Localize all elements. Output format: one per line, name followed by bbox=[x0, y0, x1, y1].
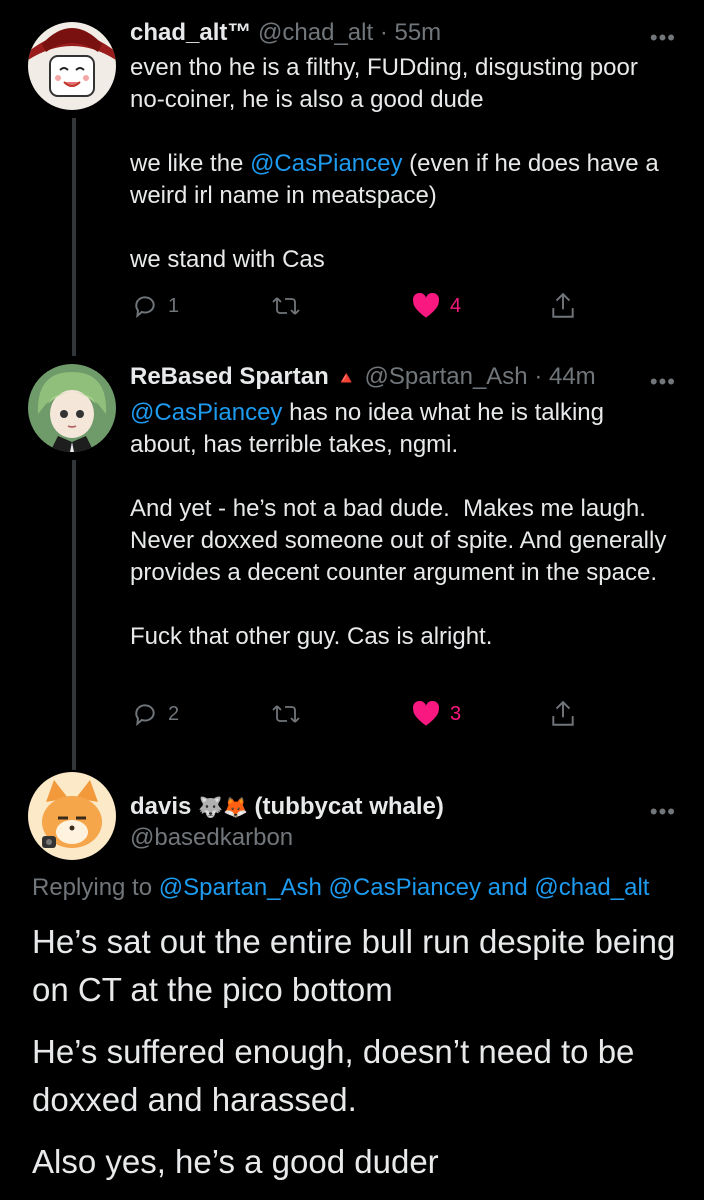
name-badge: 🔺 bbox=[335, 368, 358, 388]
like-button[interactable]: 3 bbox=[412, 701, 461, 727]
heart-icon bbox=[412, 701, 440, 726]
tweet-text: @CasPiancey has no idea what he is talki… bbox=[130, 397, 676, 653]
more-icon[interactable]: ••• bbox=[650, 27, 676, 49]
replying-to-line: Replying to @Spartan_Ash @CasPiancey and… bbox=[32, 874, 684, 902]
reply-count: 1 bbox=[168, 294, 180, 317]
share-icon bbox=[552, 700, 574, 726]
mention-link[interactable]: @Spartan_Ash bbox=[159, 874, 322, 901]
tweet-header: chad_alt™ @chad_alt · 55m bbox=[130, 18, 676, 48]
retweet-button[interactable] bbox=[272, 701, 300, 727]
retweet-icon bbox=[272, 705, 300, 723]
tweet-header: ReBased Spartan 🔺 @Spartan_Ash · 44m bbox=[130, 362, 676, 393]
like-button[interactable]: 4 bbox=[412, 293, 461, 319]
main-tweet-paragraph: He’s sat out the entire bull run despite… bbox=[32, 923, 676, 1008]
reply-button[interactable]: 2 bbox=[132, 701, 179, 727]
thread-connector-line bbox=[72, 460, 76, 770]
like-count: 3 bbox=[450, 702, 462, 725]
mention-link[interactable]: @CasPiancey bbox=[250, 150, 402, 177]
replying-to-label: Replying to bbox=[32, 874, 159, 901]
mention-link[interactable]: @CasPiancey bbox=[329, 874, 481, 901]
retweet-icon bbox=[272, 297, 300, 315]
share-button[interactable] bbox=[550, 700, 576, 728]
tweet-actions: 1 4 bbox=[130, 288, 590, 324]
display-name[interactable]: ReBased Spartan bbox=[130, 363, 329, 390]
avatar-image bbox=[28, 772, 116, 860]
timestamp[interactable]: · 44m bbox=[534, 363, 595, 390]
reply-icon bbox=[135, 704, 155, 727]
tweet-text: even tho he is a filthy, FUDding, disgus… bbox=[130, 52, 676, 276]
tweet-text-part: has no idea what he is talking about, ha… bbox=[130, 399, 667, 650]
user-handle[interactable]: @basedkarbon bbox=[130, 823, 444, 853]
more-icon[interactable]: ••• bbox=[650, 801, 676, 823]
share-icon bbox=[552, 292, 574, 318]
avatar-image bbox=[28, 364, 116, 452]
like-count: 4 bbox=[450, 294, 462, 317]
main-tweet-paragraph: He’s suffered enough, doesn’t need to be… bbox=[32, 1033, 635, 1118]
replying-and-text[interactable]: and bbox=[481, 874, 534, 901]
main-tweet-paragraph: Also yes, he’s a good duder bbox=[32, 1143, 439, 1180]
avatar[interactable] bbox=[28, 22, 116, 110]
user-handle[interactable]: @Spartan_Ash bbox=[365, 363, 528, 390]
display-name-suffix[interactable]: (tubbycat whale) bbox=[255, 793, 444, 820]
display-name[interactable]: davis bbox=[130, 793, 191, 820]
mention-link[interactable]: @chad_alt bbox=[534, 874, 649, 901]
avatar-image bbox=[28, 22, 116, 110]
heart-icon bbox=[412, 293, 440, 318]
reply-button[interactable]: 1 bbox=[132, 293, 179, 319]
user-handle[interactable]: @chad_alt bbox=[258, 19, 373, 46]
tweet-actions: 2 3 bbox=[130, 696, 590, 732]
name-emojis: 🐺🦊 bbox=[198, 797, 248, 819]
avatar[interactable] bbox=[28, 772, 116, 860]
display-name[interactable]: chad_alt™ bbox=[130, 19, 251, 46]
main-tweet-header: davis 🐺🦊 (tubbycat whale) @basedkarbon bbox=[130, 792, 444, 853]
retweet-button[interactable] bbox=[272, 293, 300, 319]
avatar[interactable] bbox=[28, 364, 116, 452]
thread-connector-line bbox=[72, 118, 76, 356]
mention-link[interactable]: @CasPiancey bbox=[130, 399, 282, 426]
more-icon[interactable]: ••• bbox=[650, 371, 676, 393]
reply-icon bbox=[135, 296, 155, 319]
share-button[interactable] bbox=[550, 292, 576, 320]
timestamp[interactable]: · 55m bbox=[380, 19, 441, 46]
reply-count: 2 bbox=[168, 702, 180, 725]
